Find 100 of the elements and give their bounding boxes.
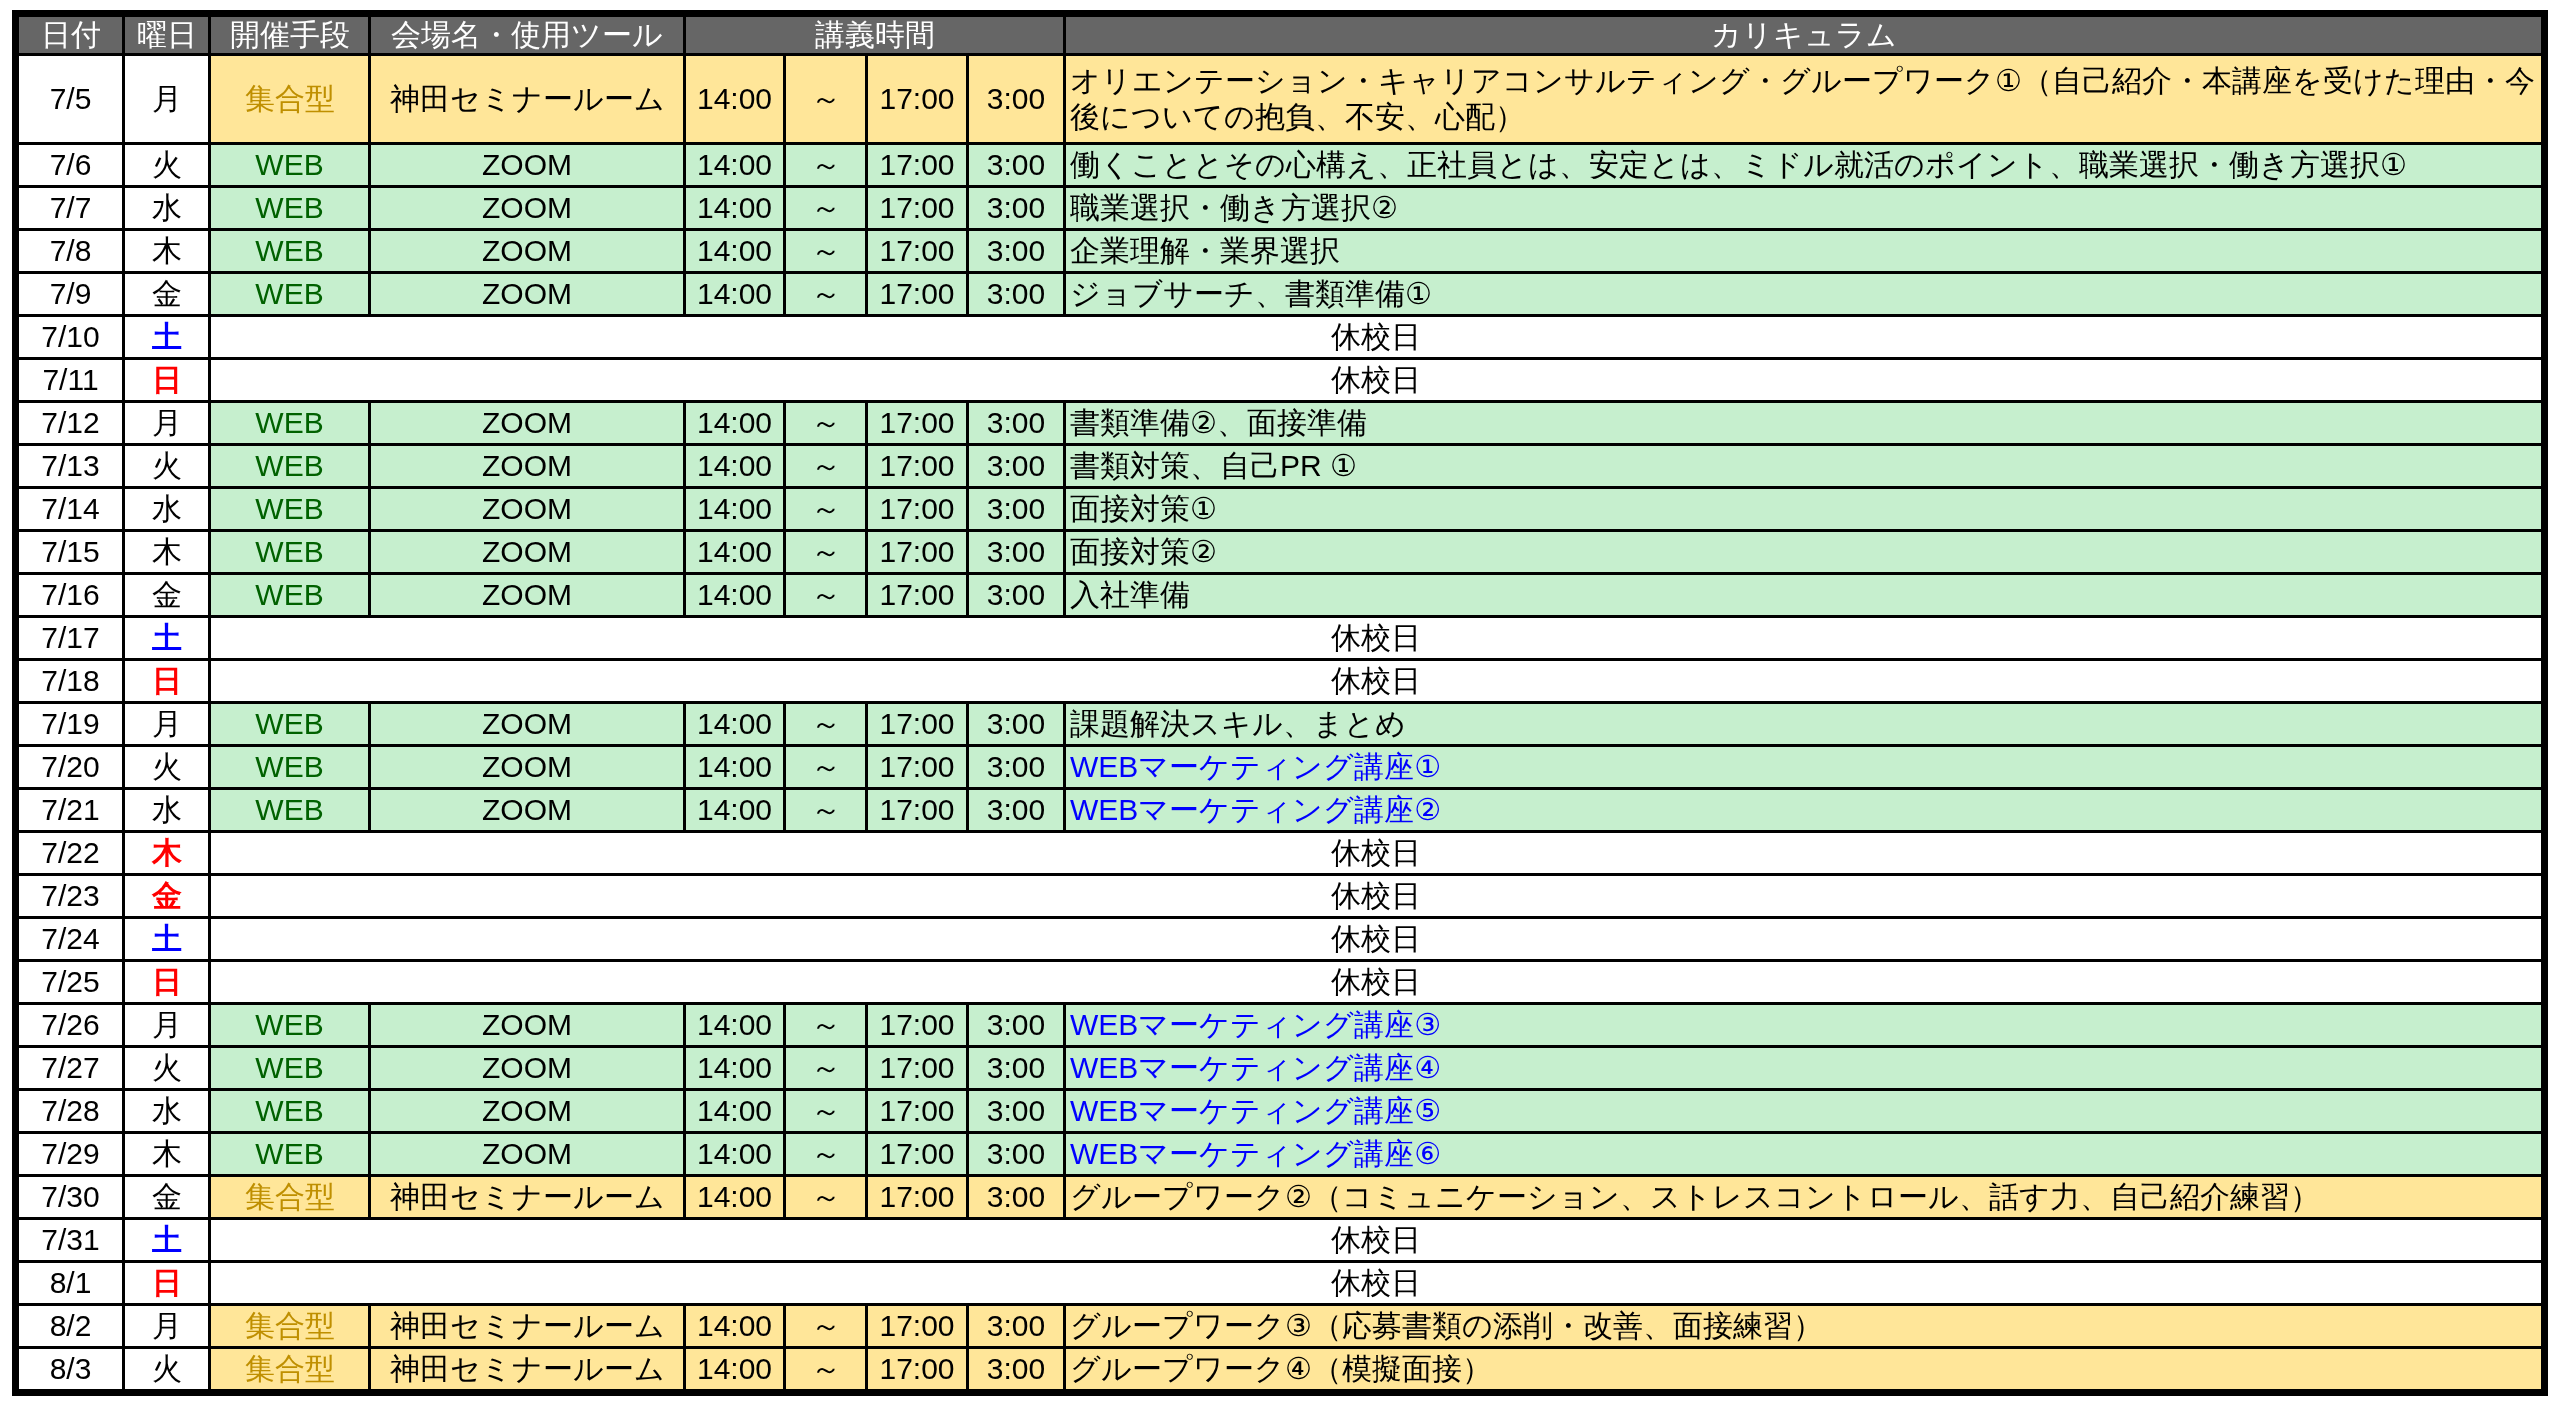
table-cell: ～ — [784, 1132, 867, 1176]
table-cell: WEB — [209, 745, 370, 789]
table-cell: 3:00 — [967, 1175, 1065, 1219]
table-cell: 17:00 — [866, 444, 968, 488]
table-cell: 14:00 — [684, 229, 785, 273]
table-cell: 火 — [123, 444, 210, 488]
table-cell: WEB — [209, 1089, 370, 1133]
table-cell: 17:00 — [866, 702, 968, 746]
table-cell: 集合型 — [209, 1304, 370, 1348]
table-cell: 火 — [123, 745, 210, 789]
table-cell: 3:00 — [967, 1304, 1065, 1348]
table-cell: ～ — [784, 229, 867, 273]
table-cell: ～ — [784, 1046, 867, 1090]
table-cell: 14:00 — [684, 1003, 785, 1047]
table-cell: ～ — [784, 143, 867, 187]
table-cell: WEB — [209, 530, 370, 574]
table-cell: 金 — [123, 272, 210, 316]
table-cell: 3:00 — [967, 530, 1065, 574]
table-cell: 月 — [123, 702, 210, 746]
table-cell: 3:00 — [967, 1132, 1065, 1176]
table-cell: ZOOM — [369, 186, 685, 230]
table-cell: 14:00 — [684, 401, 785, 445]
table-cell: 木 — [123, 229, 210, 273]
table-cell: ZOOM — [369, 745, 685, 789]
table-cell: ～ — [784, 702, 867, 746]
table-cell: 14:00 — [684, 487, 785, 531]
table-cell: 14:00 — [684, 530, 785, 574]
table-cell: 14:00 — [684, 1046, 785, 1090]
table-cell: 日 — [123, 960, 210, 1004]
table-cell: 日 — [123, 659, 210, 703]
table-cell: ZOOM — [369, 702, 685, 746]
table-cell: ～ — [784, 1175, 867, 1219]
table-cell: WEB — [209, 702, 370, 746]
table-cell: 14:00 — [684, 54, 785, 144]
table-cell: 14:00 — [684, 1304, 785, 1348]
table-cell: 3:00 — [967, 487, 1065, 531]
table-cell: WEB — [209, 186, 370, 230]
table-cell: 17:00 — [866, 401, 968, 445]
table-cell: WEB — [209, 1132, 370, 1176]
table-cell: WEB — [209, 444, 370, 488]
table-cell: ～ — [784, 186, 867, 230]
table-cell: 月 — [123, 1304, 210, 1348]
table-cell: 集合型 — [209, 1175, 370, 1219]
table-cell: 3:00 — [967, 788, 1065, 832]
table-cell: ZOOM — [369, 1003, 685, 1047]
table-cell: WEB — [209, 487, 370, 531]
table-cell: 17:00 — [866, 487, 968, 531]
table-cell: 土 — [123, 1218, 210, 1262]
table-cell: 木 — [123, 831, 210, 875]
table-cell: ～ — [784, 788, 867, 832]
table-cell: WEB — [209, 1003, 370, 1047]
table-cell: 17:00 — [866, 54, 968, 144]
table-cell: 17:00 — [866, 1132, 968, 1176]
table-cell: 17:00 — [866, 229, 968, 273]
table-cell: ZOOM — [369, 1089, 685, 1133]
table-cell: ～ — [784, 1304, 867, 1348]
table-cell: 17:00 — [866, 186, 968, 230]
table-cell: 17:00 — [866, 530, 968, 574]
table-cell: 水 — [123, 788, 210, 832]
table-cell: ZOOM — [369, 444, 685, 488]
table-cell: ZOOM — [369, 229, 685, 273]
table-cell: 3:00 — [967, 702, 1065, 746]
table-cell: 14:00 — [684, 1089, 785, 1133]
table-cell: ZOOM — [369, 1132, 685, 1176]
table-cell: 17:00 — [866, 573, 968, 617]
table-cell: 17:00 — [866, 745, 968, 789]
table-cell: 3:00 — [967, 54, 1065, 144]
table-cell: ZOOM — [369, 573, 685, 617]
table-cell: 3:00 — [967, 272, 1065, 316]
table-cell: ～ — [784, 272, 867, 316]
table-cell: 14:00 — [684, 272, 785, 316]
table-cell: 17:00 — [866, 1089, 968, 1133]
table-cell: 3:00 — [967, 444, 1065, 488]
table-cell: ～ — [784, 444, 867, 488]
table-cell: WEB — [209, 401, 370, 445]
table-cell: ZOOM — [369, 401, 685, 445]
table-cell: 14:00 — [684, 444, 785, 488]
table-cell: 火 — [123, 143, 210, 187]
table-cell: 集合型 — [209, 54, 370, 144]
table-cell: 3:00 — [967, 401, 1065, 445]
table-cell: ZOOM — [369, 1046, 685, 1090]
table-cell: 17:00 — [866, 788, 968, 832]
table-cell: 14:00 — [684, 143, 785, 187]
table-cell: ZOOM — [369, 530, 685, 574]
table-cell: ZOOM — [369, 272, 685, 316]
table-cell: 3:00 — [967, 573, 1065, 617]
table-cell: 14:00 — [684, 745, 785, 789]
table-cell: 火 — [123, 1046, 210, 1090]
table-cell: 土 — [123, 917, 210, 961]
table-cell: ～ — [784, 745, 867, 789]
table-cell: 17:00 — [866, 1175, 968, 1219]
table-cell: 日 — [123, 358, 210, 402]
table-cell: WEB — [209, 573, 370, 617]
table-cell: 木 — [123, 1132, 210, 1176]
table-cell: 月 — [123, 401, 210, 445]
table-cell: WEB — [209, 1046, 370, 1090]
table-cell: WEB — [209, 788, 370, 832]
table-cell: 3:00 — [967, 143, 1065, 187]
table-cell: 土 — [123, 616, 210, 660]
table-cell: 17:00 — [866, 272, 968, 316]
